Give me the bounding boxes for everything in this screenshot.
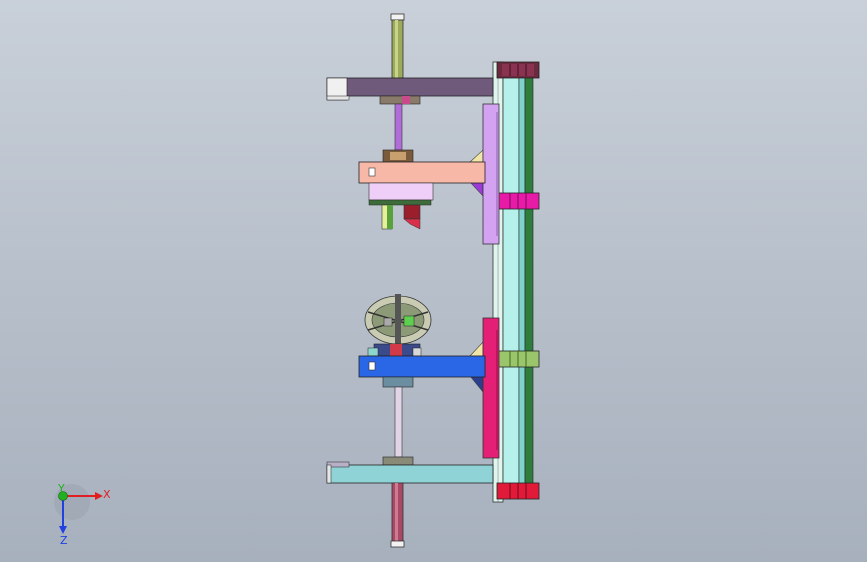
lower-arm — [358, 355, 486, 388]
top-arm — [326, 77, 494, 105]
lower-slide-plate — [469, 317, 500, 459]
upper-spindle — [382, 103, 414, 163]
column-clamp-upper — [496, 192, 540, 210]
cad-viewport[interactable]: X Y Z — [0, 0, 867, 562]
column-clamp-bottom — [496, 482, 540, 500]
upper-arm — [358, 161, 486, 184]
x-axis-label: X — [103, 488, 111, 501]
bottom-arm — [326, 461, 494, 484]
top-rod — [390, 13, 405, 79]
column-clamp-lower — [496, 350, 540, 368]
z-axis-label: Z — [60, 534, 68, 547]
lower-spindle — [382, 386, 414, 466]
bottom-rod — [390, 482, 405, 548]
y-axis-label: Y — [57, 482, 65, 495]
rotary-table — [364, 294, 432, 357]
column-clamp-top — [496, 61, 540, 79]
upper-gripper — [368, 182, 434, 230]
orientation-triad: X Y Z — [54, 482, 111, 547]
